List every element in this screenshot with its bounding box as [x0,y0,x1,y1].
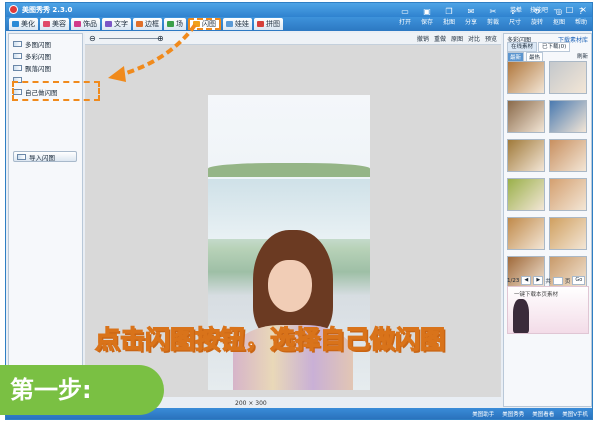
share-icon: ✉ [467,7,475,16]
doll-icon [226,21,233,27]
resize-icon: ⤢ [511,7,519,16]
image-size-label: 200 × 300 [235,400,267,407]
help-icon: ? [578,7,584,16]
open-button[interactable]: ▭ 打开 [396,4,414,28]
promo-figure [513,299,529,333]
zoom-out-icon[interactable]: ⊖ [89,34,96,43]
download-promo[interactable]: 一键下载本页素材 [507,286,589,334]
photo-face [268,260,312,312]
pager: 1/23 ◀ ▶ 共 页 Go [507,276,586,285]
tab-doll[interactable]: 娃娃 [223,18,252,30]
main-toolbar: 美化 美容 饰品 文字 边框 场 闪图 娃娃 拼图 ▭ 打开 ▣ 保存 ❐ 批图 ✉ 分… [6,7,592,31]
material-grid [507,61,589,289]
right-panel: 多彩闪图 下载素材库 在线素材 已下载(0) 最新 最热 刷新 1/23 ◀ ▶… [503,33,592,407]
crop-button[interactable]: ✂ 剪裁 [484,4,502,28]
redo-button[interactable]: 重做 [434,34,446,43]
page-suffix: 页 [564,278,571,285]
rotate-icon: ↻ [533,7,541,16]
help-button[interactable]: ? 帮助 [572,4,590,28]
tab-beautify[interactable]: 美化 [9,18,38,30]
instruction-arrow-icon [108,23,197,82]
status-item-viewer[interactable]: 美图看看 [532,410,554,418]
material-thumbnail[interactable] [507,100,545,133]
material-thumbnail[interactable] [549,100,587,133]
batch-button[interactable]: ❐ 批图 [440,4,458,28]
material-thumbnail[interactable] [507,139,545,172]
cutout-icon: ◎ [555,7,563,16]
highlight-custom-flash [12,81,100,101]
quick-tools: ▭ 打开 ▣ 保存 ❐ 批图 ✉ 分享 ✂ 剪裁 ⤢ 尺寸 ↻ 旋转 ◎ 抠图 ? 帮助 [396,4,590,28]
material-tabs: 在线素材 已下载(0) [507,42,571,52]
page-indicator: 1/23 [507,277,520,284]
refresh-button[interactable]: 刷新 [577,52,588,60]
step-label: 第一步: [0,365,164,415]
sidebar-item-falling-flash[interactable]: 飘落闪图 [13,62,77,73]
tab-puzzle[interactable]: 拼图 [254,18,283,30]
app-window: 美图秀秀 2.3.0 菜单 技能吧 – □ × 美化 美容 饰品 文字 边框 场… [5,2,593,420]
save-button[interactable]: ▣ 保存 [418,4,436,28]
multi-flash-icon [13,40,22,47]
material-thumbnail[interactable] [549,139,587,172]
undo-button[interactable]: 撤销 [417,34,429,43]
material-thumbnail[interactable] [507,61,545,94]
color-flash-icon [13,52,22,59]
status-item-mobile[interactable]: 美图V手机 [562,410,588,418]
material-thumbnail[interactable] [507,178,545,211]
sidebar-item-multi-flash[interactable]: 多图闪图 [13,38,77,49]
tab-downloaded[interactable]: 已下载(0) [538,42,571,52]
tab-face[interactable]: 美容 [40,18,69,30]
share-button[interactable]: ✉ 分享 [462,4,480,28]
promo-text: 一键下载本页素材 [514,292,559,298]
folder-icon: ▭ [401,7,409,16]
next-page-button[interactable]: ▶ [533,276,544,285]
beautify-icon [12,21,19,27]
instruction-caption: 点击闪图按钮，选择自己做闪图 [94,324,446,354]
resize-button[interactable]: ⤢ 尺寸 [506,4,524,28]
batch-icon: ❐ [445,7,453,16]
photo-trees [208,163,370,177]
canvas-tools: 撤销 重做 原图 对比 预览 [417,34,497,43]
material-thumbnail[interactable] [549,217,587,250]
app-logo-icon [9,5,18,14]
page-prefix: 共 [545,278,551,285]
compare-button[interactable]: 对比 [468,34,480,43]
material-thumbnail[interactable] [507,217,545,250]
original-button[interactable]: 原图 [451,34,463,43]
import-flash-button[interactable]: 导入闪图 [13,151,77,162]
status-item-xiuxiu[interactable]: 美图秀秀 [502,410,524,418]
prev-page-button[interactable]: ◀ [521,276,532,285]
material-thumbnail[interactable] [549,61,587,94]
app-title: 美图秀秀 2.3.0 [22,6,73,14]
puzzle-icon [257,21,264,27]
tab-online-material[interactable]: 在线素材 [507,42,538,52]
import-icon [17,153,26,160]
sidebar-item-color-flash[interactable]: 多彩闪图 [13,50,77,61]
status-item-assistant[interactable]: 美图助手 [472,410,494,418]
falling-flash-icon [13,64,22,71]
status-items: 美图助手 美图秀秀 美图看看 美图V手机 [472,410,588,418]
save-icon: ▣ [423,7,431,16]
accessory-icon [74,21,81,27]
cutout-button[interactable]: ◎ 抠图 [550,4,568,28]
crop-icon: ✂ [489,7,497,16]
preview-button[interactable]: 预览 [485,34,497,43]
page-input[interactable] [552,276,563,285]
rotate-button[interactable]: ↻ 旋转 [528,4,546,28]
go-button[interactable]: Go [572,276,586,285]
face-icon [43,21,50,27]
material-thumbnail[interactable] [549,178,587,211]
tab-accessory[interactable]: 饰品 [71,18,100,30]
